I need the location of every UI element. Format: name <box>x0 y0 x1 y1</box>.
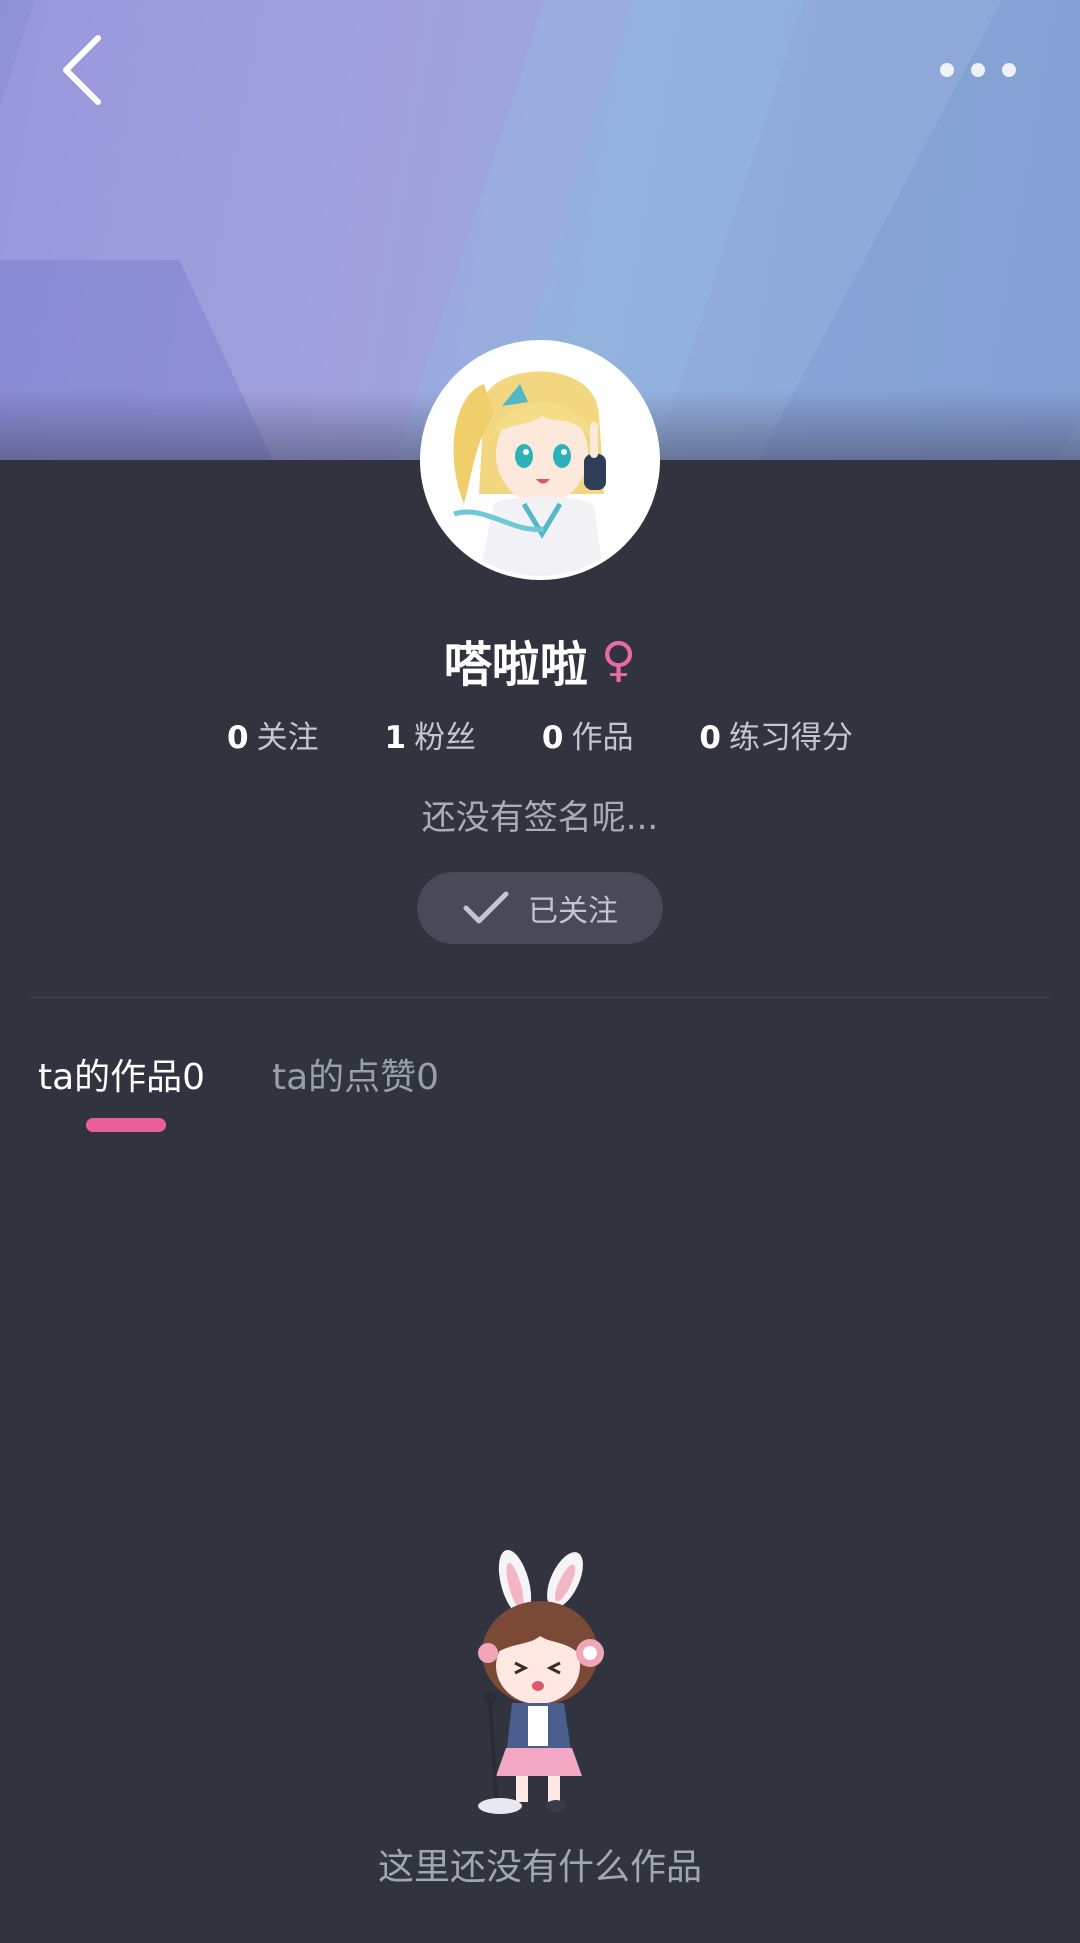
anime-girl-avatar <box>424 344 656 576</box>
more-dot <box>971 63 985 77</box>
name-row: 嗒啦啦 ♀ <box>0 625 1080 695</box>
more-button[interactable] <box>940 50 1016 90</box>
stat-value: 0 <box>227 720 249 756</box>
more-dot <box>940 63 954 77</box>
signature: 还没有签名呢... <box>421 798 659 838</box>
tab-likes[interactable]: ta的点赞0 <box>272 1048 439 1100</box>
avatar[interactable] <box>420 340 660 580</box>
stat-label: 粉丝 <box>414 720 477 756</box>
stat-value: 1 <box>384 720 407 756</box>
user-name: 嗒啦啦 <box>443 637 588 693</box>
stat-label: 作品 <box>571 720 634 756</box>
bunny-girl-mascot <box>478 1549 604 1814</box>
back-button[interactable] <box>52 30 112 110</box>
stat-fans[interactable]: 1 粉丝 <box>384 712 476 757</box>
tab-works[interactable]: ta的作品0 <box>38 1048 205 1100</box>
stat-practice-score[interactable]: 0 练习得分 <box>699 712 853 757</box>
check-icon <box>463 891 509 924</box>
chevron-left-icon <box>63 35 101 105</box>
stat-label: 练习得分 <box>728 720 853 756</box>
divider <box>30 997 1050 998</box>
stat-value: 0 <box>541 720 564 756</box>
tab-active-indicator <box>86 1118 166 1132</box>
followed-label: 已关注 <box>528 894 618 929</box>
stat-works[interactable]: 0 作品 <box>542 712 634 757</box>
stat-label: 关注 <box>256 720 319 756</box>
stat-value: 0 <box>699 720 721 756</box>
female-icon: ♀ <box>600 632 637 688</box>
more-dot <box>1002 63 1016 77</box>
stats-row: 0 关注 1 粉丝 0 作品 0 练习得分 <box>0 712 1080 757</box>
followed-button[interactable]: 已关注 <box>417 872 663 944</box>
profile-page: 嗒啦啦 ♀ 0 关注 1 粉丝 0 作品 0 练习得分 还没有签名呢... 已关注 ta… <box>0 0 1080 1943</box>
empty-state-text: 这里还没有什么作品 <box>377 1847 702 1888</box>
stat-following[interactable]: 0 关注 <box>227 712 319 757</box>
empty-state-illustration <box>460 1548 620 1818</box>
